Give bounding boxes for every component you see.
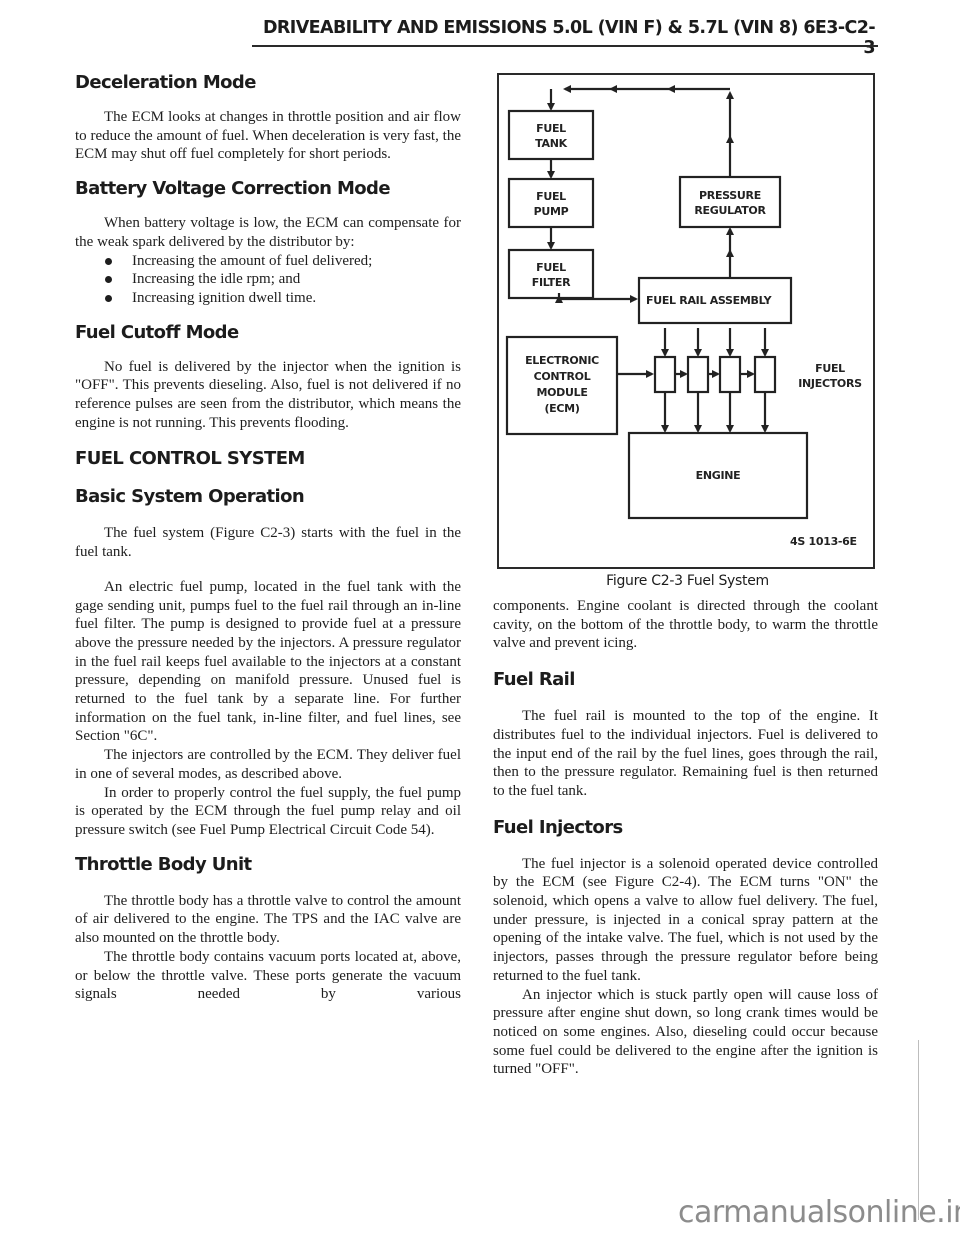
bullet-item: Increasing the idle rpm; and — [75, 270, 461, 289]
fuel-injectors-label-2: INJECTORS — [798, 377, 862, 390]
pressure-regulator-label-2: REGULATOR — [694, 204, 766, 217]
engine-label: ENGINE — [696, 469, 741, 482]
left-column: Deceleration Mode The ECM looks at chang… — [75, 72, 461, 1004]
pressure-regulator-block — [678, 175, 782, 229]
bullet-item: Increasing the amount of fuel delivered; — [75, 252, 461, 271]
paragraph-throttle-2: The throttle body contains vacuum ports … — [75, 948, 461, 1003]
fuel-filter-label-2: FILTER — [532, 276, 571, 289]
scan-edge-line — [918, 1040, 919, 1220]
ecm-label-4: (ECM) — [544, 402, 579, 415]
watermark: carmanualsonline.info — [678, 1195, 960, 1230]
fuel-injectors-label-1: FUEL — [815, 362, 845, 375]
fuel-injector — [653, 355, 677, 394]
right-column: components. Engine coolant is directed t… — [493, 597, 878, 1079]
fuel-rail-label: FUEL RAIL ASSEMBLY — [646, 294, 773, 307]
heading-fuel-cutoff-mode: Fuel Cutoff Mode — [75, 321, 239, 343]
paragraph-throttle-1: The throttle body has a throttle valve t… — [75, 892, 461, 947]
fuel-pump-block — [507, 177, 595, 229]
battery-bullet-list: Increasing the amount of fuel delivered;… — [75, 252, 461, 308]
paragraph-throttle-continuation: components. Engine coolant is directed t… — [493, 598, 878, 652]
ecm-label-1: ELECTRONIC — [525, 354, 599, 367]
heading-throttle-body-unit: Throttle Body Unit — [75, 853, 252, 875]
ecm-label-2: CONTROL — [534, 370, 591, 383]
fuel-tank-block — [507, 109, 595, 161]
heading-battery-voltage-correction: Battery Voltage Correction Mode — [75, 178, 391, 200]
heading-deceleration-mode: Deceleration Mode — [75, 72, 256, 93]
paragraph-fuel-injectors-1: The fuel injector is a solenoid operated… — [493, 855, 878, 984]
ecm-label-3: MODULE — [536, 386, 587, 399]
paragraph-fuel-injectors-2: An injector which is stuck partly open w… — [493, 986, 878, 1078]
fuel-tank-label-2: TANK — [535, 137, 567, 150]
heading-fuel-injectors: Fuel Injectors — [493, 816, 623, 838]
fuel-filter-label-1: FUEL — [536, 261, 566, 274]
fuel-tank-label-1: FUEL — [536, 122, 566, 135]
paragraph-basic-1: The fuel system (Figure C2-3) starts wit… — [75, 525, 461, 561]
paragraph-battery: When battery voltage is low, the ECM can… — [75, 215, 461, 250]
fuel-filter-block — [507, 248, 595, 300]
fuel-injector — [718, 355, 742, 394]
paragraph-basic-4: In order to properly control the fuel su… — [75, 784, 461, 838]
fuel-injector — [686, 355, 710, 394]
fuel-pump-label-1: FUEL — [536, 190, 566, 203]
paragraph-fuel-rail: The fuel rail is mounted to the top of t… — [493, 708, 878, 799]
paragraph-basic-2: An electric fuel pump, located in the fu… — [75, 578, 461, 745]
fuel-system-diagram: FUEL TANK FUEL PUMP FUEL FILTER PRESSURE… — [497, 73, 875, 569]
bullet-item: Increasing ignition dwell time. — [75, 289, 461, 308]
paragraph-basic-3: The injectors are controlled by the ECM.… — [75, 747, 461, 782]
paragraph-fuel-cutoff: No fuel is delivered by the injector whe… — [75, 358, 461, 431]
header-rule — [252, 45, 878, 47]
figure-code-label: 4S 1013-6E — [790, 535, 857, 548]
figure-caption: Figure C2-3 Fuel System — [606, 573, 769, 589]
fuel-injector — [753, 355, 777, 394]
heading-fuel-control-system: FUEL CONTROL SYSTEM — [75, 448, 305, 470]
paragraph-deceleration: The ECM looks at changes in throttle pos… — [75, 109, 461, 163]
heading-basic-system-operation: Basic System Operation — [75, 486, 305, 508]
fuel-pump-label-2: PUMP — [534, 205, 569, 218]
heading-fuel-rail: Fuel Rail — [493, 669, 575, 691]
pressure-regulator-label-1: PRESSURE — [699, 189, 761, 202]
page-header-title: DRIVEABILITY AND EMISSIONS 5.0L (VIN F) … — [262, 18, 876, 58]
